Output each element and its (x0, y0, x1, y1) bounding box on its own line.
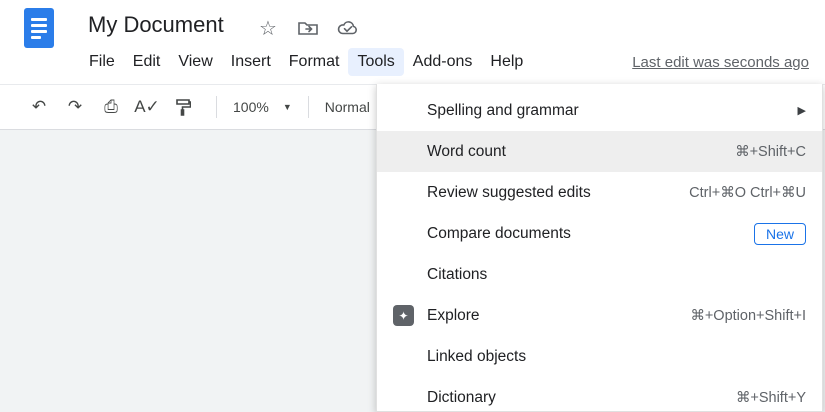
menu-edit[interactable]: Edit (124, 48, 170, 76)
menu-item-linked-objects[interactable]: Linked objects (377, 336, 822, 377)
move-to-folder-icon[interactable] (296, 16, 320, 40)
zoom-value: 100% (233, 99, 269, 115)
shortcut-label: ⌘+Shift+Y (735, 389, 806, 406)
new-badge: New (753, 222, 806, 245)
tools-menu-dropdown: Spelling and grammar ▶ Word count ⌘+Shif… (376, 84, 823, 412)
menu-item-review-suggested-edits[interactable]: Review suggested edits Ctrl+⌘O Ctrl+⌘U (377, 172, 822, 213)
menu-item-compare-documents[interactable]: Compare documents New (377, 213, 822, 254)
logo-line (31, 18, 47, 21)
last-edit-link[interactable]: Last edit was seconds ago (632, 54, 809, 71)
spellcheck-icon[interactable]: A✓ (134, 94, 160, 120)
print-icon[interactable]: ⎙ (98, 94, 124, 120)
menu-tools[interactable]: Tools (348, 48, 404, 76)
google-docs-window: My Document ☆ File Edit View Insert Form… (0, 0, 825, 412)
menu-item-explore[interactable]: ✦ Explore ⌘+Option+Shift+I (377, 295, 822, 336)
menu-insert[interactable]: Insert (222, 48, 280, 76)
toolbar-separator (307, 96, 309, 118)
undo-icon[interactable]: ↶ (26, 94, 52, 120)
menu-view[interactable]: View (169, 48, 221, 76)
paragraph-style-select[interactable]: Normal (319, 99, 376, 115)
menu-bar: File Edit View Insert Format Tools Add-o… (80, 48, 532, 76)
redo-icon[interactable]: ↷ (62, 94, 88, 120)
logo-line (31, 24, 47, 27)
menu-file[interactable]: File (80, 48, 124, 76)
docs-logo-icon[interactable] (24, 8, 54, 48)
menu-format[interactable]: Format (280, 48, 349, 76)
zoom-select[interactable]: 100% ▼ (227, 99, 298, 115)
star-icon[interactable]: ☆ (256, 16, 280, 40)
chevron-down-icon: ▼ (282, 102, 292, 112)
logo-line (31, 30, 47, 33)
cloud-saved-icon[interactable] (336, 16, 360, 40)
menu-help[interactable]: Help (481, 48, 532, 76)
menu-item-spelling-and-grammar[interactable]: Spelling and grammar ▶ (377, 90, 822, 131)
paint-format-icon[interactable] (170, 94, 196, 120)
shortcut-label: ⌘+Option+Shift+I (690, 307, 806, 324)
submenu-arrow-icon: ▶ (797, 105, 806, 117)
menu-item-citations[interactable]: Citations (377, 254, 822, 295)
toolbar-separator (216, 96, 217, 118)
menu-item-word-count[interactable]: Word count ⌘+Shift+C (377, 131, 822, 172)
shortcut-label: Ctrl+⌘O Ctrl+⌘U (689, 184, 806, 201)
document-title[interactable]: My Document (88, 12, 224, 38)
menu-addons[interactable]: Add-ons (404, 48, 482, 76)
explore-icon: ✦ (393, 305, 414, 326)
menu-item-dictionary[interactable]: Dictionary ⌘+Shift+Y (377, 377, 822, 412)
logo-line (31, 36, 41, 39)
shortcut-label: ⌘+Shift+C (735, 143, 806, 160)
